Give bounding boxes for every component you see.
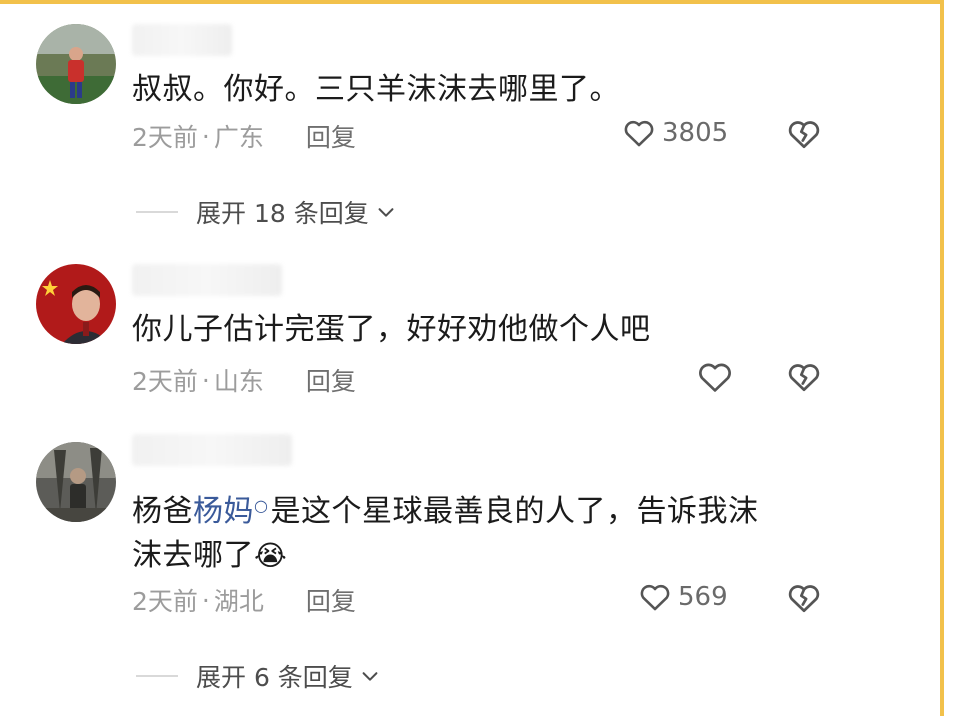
avatar[interactable] xyxy=(36,24,116,104)
comment-text-line2: 沫去哪了 xyxy=(132,538,254,573)
comment-time: 2天前 xyxy=(132,587,198,616)
comment-text: 叔叔。你好。三只羊沫沫去哪里了。 xyxy=(132,72,620,107)
divider xyxy=(136,211,178,213)
reply-button[interactable]: 回复 xyxy=(306,362,356,398)
divider xyxy=(136,675,178,677)
heart-outline-icon xyxy=(640,584,670,611)
comment-item: 叔叔。你好。三只羊沫沫去哪里了。 2天前 · 广东 回复 3805 展开 18 … xyxy=(0,0,930,250)
comment-location: 山东 xyxy=(213,367,264,396)
comment-time: 2天前 xyxy=(132,123,198,152)
comment-text-line1: 是这个星球最善良的人了，告诉我沫 xyxy=(270,494,759,529)
like-button[interactable]: 569 xyxy=(638,580,728,614)
meta-separator: · xyxy=(201,585,210,615)
comment-text: 你儿子估计完蛋了，好好劝他做个人吧 xyxy=(132,312,651,347)
dislike-button[interactable] xyxy=(786,580,822,620)
username-blurred[interactable] xyxy=(132,24,232,56)
comment-item: 杨爸杨妈○是这个星球最善良的人了，告诉我沫 沫去哪了😭 2天前 · 湖北 回复 … xyxy=(0,430,930,716)
heart-outline-icon xyxy=(699,363,731,392)
like-button[interactable]: 3805 xyxy=(622,116,728,150)
frame-right-border xyxy=(940,0,960,716)
comment-location: 广东 xyxy=(213,123,264,152)
expand-replies-label: 展开 18 条回复 xyxy=(196,199,369,228)
like-count: 3805 xyxy=(662,118,729,148)
expand-replies-button[interactable]: 展开 18 条回复 xyxy=(136,194,397,230)
like-count: 569 xyxy=(678,582,728,612)
like-button[interactable] xyxy=(696,358,740,396)
comment-meta: 2天前 · 广东 回复 xyxy=(132,118,356,154)
avatar[interactable] xyxy=(36,442,116,522)
comment-location: 湖北 xyxy=(213,587,264,616)
comment-text: 杨爸杨妈○是这个星球最善良的人了，告诉我沫 沫去哪了😭 xyxy=(132,484,758,578)
mention-link[interactable]: 杨妈 xyxy=(193,494,254,529)
reply-button[interactable]: 回复 xyxy=(306,582,356,618)
broken-heart-icon xyxy=(788,585,820,613)
search-icon: ○ xyxy=(254,496,269,515)
expand-replies-button[interactable]: 展开 6 条回复 xyxy=(136,658,381,694)
meta-separator: · xyxy=(201,121,210,151)
chevron-down-icon xyxy=(378,208,394,217)
comment-meta: 2天前 · 湖北 回复 xyxy=(132,582,356,618)
comment-text-prefix: 杨爸 xyxy=(132,494,193,529)
meta-separator: · xyxy=(201,365,210,395)
heart-outline-icon xyxy=(624,120,654,147)
chevron-down-icon xyxy=(362,672,378,681)
comment-meta: 2天前 · 山东 回复 xyxy=(132,362,356,398)
crying-emoji-icon: 😭 xyxy=(254,539,288,572)
dislike-button[interactable] xyxy=(786,116,822,156)
comment-time: 2天前 xyxy=(132,367,198,396)
dislike-button[interactable] xyxy=(786,359,822,399)
broken-heart-icon xyxy=(788,121,820,149)
expand-replies-label: 展开 6 条回复 xyxy=(196,663,353,692)
username-blurred[interactable] xyxy=(132,264,282,296)
avatar[interactable] xyxy=(36,264,116,344)
broken-heart-icon xyxy=(788,364,820,392)
comment-item: 你儿子估计完蛋了，好好劝他做个人吧 2天前 · 山东 回复 xyxy=(0,250,930,430)
reply-button[interactable]: 回复 xyxy=(306,118,356,154)
username-blurred[interactable] xyxy=(132,434,292,466)
